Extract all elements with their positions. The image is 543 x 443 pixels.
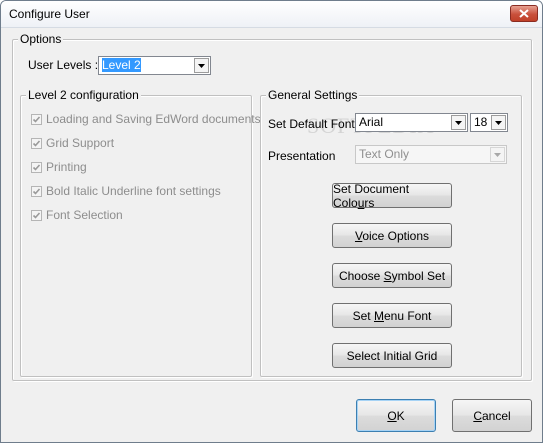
checkmark-icon — [32, 139, 41, 147]
presentation-select[interactable]: Text Only — [355, 145, 507, 164]
font-name-value: Arial — [359, 115, 384, 129]
checkbox-loading-saving[interactable]: Loading and Saving EdWord documents — [31, 111, 261, 127]
checkbox-font-selection[interactable]: Font Selection — [31, 207, 123, 223]
checkmark-icon — [32, 211, 41, 219]
checkbox-label: Grid Support — [46, 136, 115, 150]
checkbox-printing[interactable]: Printing — [31, 159, 87, 175]
font-size-select[interactable]: 18 — [470, 113, 508, 132]
checkbox-label: Printing — [46, 160, 87, 174]
font-size-dropdown-button[interactable] — [491, 115, 506, 130]
user-levels-select[interactable]: Level 2 — [98, 56, 211, 75]
voice-options-button[interactable]: Voice Options — [332, 223, 452, 248]
checkbox-box[interactable] — [31, 185, 42, 197]
select-initial-grid-button[interactable]: Select Initial Grid — [332, 343, 452, 368]
checkbox-box[interactable] — [31, 209, 42, 221]
chevron-down-icon — [455, 120, 462, 125]
configure-user-window: Configure User Options User Levels : Lev… — [0, 0, 543, 443]
level-config-label: Level 2 configuration — [26, 88, 141, 102]
default-font-label: Set Default Font — [268, 117, 355, 131]
chevron-down-icon — [198, 63, 205, 68]
checkbox-label: Loading and Saving EdWord documents — [46, 112, 261, 126]
user-levels-dropdown-button[interactable] — [194, 58, 209, 73]
user-levels-label: User Levels : — [28, 58, 99, 72]
checkbox-label: Bold Italic Underline font settings — [46, 184, 221, 198]
general-settings-label: General Settings — [266, 88, 360, 102]
font-name-dropdown-button[interactable] — [451, 115, 466, 130]
set-menu-font-button[interactable]: Set Menu Font — [332, 303, 452, 328]
title-bar[interactable]: Configure User — [1, 1, 542, 28]
checkbox-box[interactable] — [31, 161, 42, 173]
font-name-select[interactable]: Arial — [355, 113, 468, 132]
checkmark-icon — [32, 187, 41, 195]
window-title: Configure User — [9, 7, 90, 21]
checkmark-icon — [32, 163, 41, 171]
ok-button[interactable]: OK — [356, 399, 436, 432]
presentation-value: Text Only — [359, 147, 410, 161]
options-group-label: Options — [18, 32, 64, 46]
font-size-value: 18 — [474, 115, 488, 129]
checkbox-grid-support[interactable]: Grid Support — [31, 135, 114, 151]
user-levels-value: Level 2 — [102, 58, 141, 72]
choose-symbol-set-button[interactable]: Choose Symbol Set — [332, 263, 452, 288]
set-document-colours-button[interactable]: Set Document Colours — [332, 182, 452, 210]
presentation-dropdown-button[interactable] — [490, 147, 505, 162]
cancel-button[interactable]: Cancel — [452, 399, 532, 432]
chevron-down-icon — [494, 152, 501, 157]
close-button[interactable] — [510, 5, 538, 22]
chevron-down-icon — [495, 120, 502, 125]
checkbox-label: Font Selection — [46, 208, 123, 222]
checkbox-font-settings[interactable]: Bold Italic Underline font settings — [31, 183, 221, 199]
presentation-label: Presentation — [268, 149, 336, 163]
close-icon — [519, 9, 529, 18]
checkmark-icon — [32, 115, 41, 123]
checkbox-box[interactable] — [31, 137, 42, 149]
checkbox-box[interactable] — [31, 113, 42, 125]
